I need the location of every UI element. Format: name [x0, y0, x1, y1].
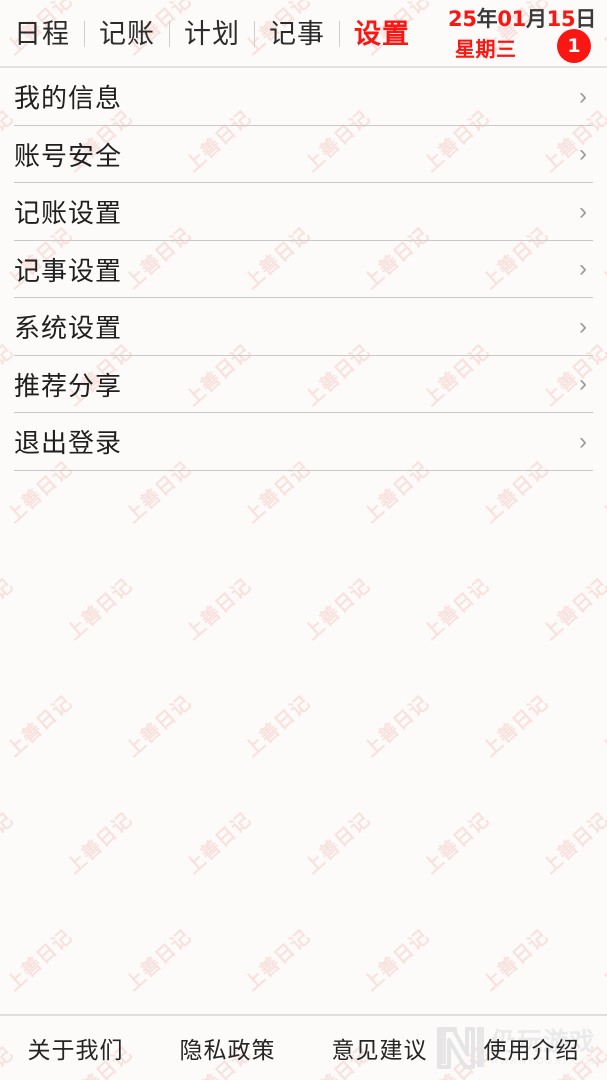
chevron-right-icon: ›: [579, 82, 587, 110]
footer-link-about-us[interactable]: 关于我们: [0, 1031, 152, 1065]
settings-row-label: 我的信息: [14, 84, 123, 115]
settings-row-account-security[interactable]: 账号安全 ›: [0, 126, 607, 184]
footer-link-privacy-policy[interactable]: 隐私政策: [152, 1031, 304, 1065]
nav-tab-settings[interactable]: 设置: [340, 21, 424, 48]
settings-row-label: 退出登录: [14, 429, 123, 460]
settings-row-label: 记账设置: [14, 199, 123, 230]
top-nav-tabs: 日程 记账 计划 记事 设置: [0, 0, 424, 68]
settings-row-system-settings[interactable]: 系统设置 ›: [0, 298, 607, 356]
date-year: 25: [448, 7, 477, 31]
settings-row-label: 账号安全: [14, 141, 123, 172]
date-year-unit: 年: [476, 7, 498, 31]
settings-row-recommend-share[interactable]: 推荐分享 ›: [0, 356, 607, 414]
weekday-label: 星期三: [455, 37, 517, 61]
settings-row-accounting-settings[interactable]: 记账设置 ›: [0, 183, 607, 241]
chevron-right-icon: ›: [579, 427, 587, 455]
nav-tab-accounting[interactable]: 记账: [85, 21, 169, 48]
footer-link-feedback[interactable]: 意见建议: [304, 1031, 456, 1065]
settings-row-label: 系统设置: [14, 314, 123, 345]
settings-row-my-info[interactable]: 我的信息 ›: [0, 68, 607, 126]
chevron-right-icon: ›: [579, 140, 587, 168]
app-header: 日程 记账 计划 记事 设置 25年01月15日 星期三 1: [0, 0, 607, 68]
chevron-right-icon: ›: [579, 370, 587, 398]
date-day: 15: [546, 7, 576, 31]
settings-row-note-settings[interactable]: 记事设置 ›: [0, 241, 607, 299]
footer-bar: 关于我们 隐私政策 意见建议 使用介绍 仍玩游戏 RWANYOUXI.COM: [0, 1014, 607, 1080]
settings-menu-list: 我的信息 › 账号安全 › 记账设置 › 记事设置 › 系统设置 › 推荐分享 › 退出登录 ›: [0, 68, 607, 471]
chevron-right-icon: ›: [579, 312, 587, 340]
notification-badge[interactable]: 1: [557, 29, 591, 63]
nav-tab-notes[interactable]: 记事: [255, 21, 339, 48]
settings-row-logout[interactable]: 退出登录 ›: [0, 413, 607, 471]
header-date-area: 25年01月15日 星期三 1: [448, 2, 599, 66]
settings-row-label: 记事设置: [14, 256, 123, 287]
settings-row-label: 推荐分享: [14, 371, 123, 402]
footer-link-usage-guide[interactable]: 使用介绍: [456, 1031, 607, 1065]
nav-tab-schedule[interactable]: 日程: [14, 21, 84, 48]
chevron-right-icon: ›: [579, 255, 587, 283]
date-month-unit: 月: [525, 7, 547, 31]
date-day-unit: 日: [575, 7, 596, 31]
nav-tab-plan[interactable]: 计划: [170, 21, 254, 48]
date-month: 01: [497, 7, 526, 31]
empty-content-area: [0, 471, 607, 1015]
chevron-right-icon: ›: [579, 197, 587, 225]
settings-screen: 日程 记账 计划 记事 设置 25年01月15日 星期三 1 我的信息 › 账号安全…: [0, 0, 607, 1080]
